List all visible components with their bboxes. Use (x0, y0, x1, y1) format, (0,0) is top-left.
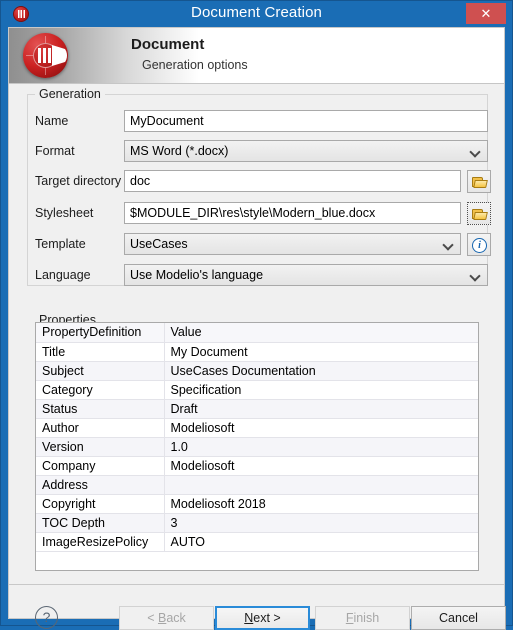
back-button[interactable]: < Back (119, 606, 214, 630)
property-value-cell: My Document (164, 342, 478, 362)
table-row[interactable]: Copyright Modeliosoft 2018 (36, 494, 478, 514)
property-name-cell: Subject (36, 361, 165, 381)
table-row[interactable]: Author Modeliosoft (36, 418, 478, 438)
property-name-cell: Category (36, 380, 165, 400)
window-title: Document Creation (191, 4, 322, 21)
language-label: Language (35, 268, 91, 282)
template-info-button[interactable]: i (467, 233, 491, 256)
chevron-down-icon (444, 241, 453, 247)
target-directory-input[interactable]: doc (124, 170, 461, 192)
name-label: Name (35, 114, 69, 128)
header-banner: Document Generation options (9, 28, 504, 84)
property-name-cell: Company (36, 456, 165, 476)
chevron-down-icon (471, 148, 480, 154)
target-directory-label: Target directory (35, 174, 122, 188)
property-name-cell: Author (36, 418, 165, 438)
title-bar: Document Creation ✕ (1, 1, 512, 27)
properties-table-body: PropertyDefinition Value Title My Documen… (36, 323, 478, 552)
table-row[interactable]: Address (36, 475, 478, 495)
footer-divider (9, 584, 504, 585)
info-icon: i (472, 238, 487, 253)
chevron-down-icon (471, 272, 480, 278)
property-name-cell: Title (36, 342, 165, 362)
format-combo-value: MS Word (*.docx) (130, 144, 229, 158)
table-row[interactable]: Status Draft (36, 399, 478, 419)
folder-open-icon (472, 208, 488, 220)
name-input[interactable]: MyDocument (124, 110, 488, 132)
dialog-body: Document Generation options Generation N… (8, 27, 506, 630)
property-name-cell: Address (36, 475, 165, 495)
language-combo[interactable]: Use Modelio's language (124, 264, 488, 286)
properties-table[interactable]: PropertyDefinition Value Title My Documen… (35, 322, 479, 571)
next-button[interactable]: Next > (215, 606, 310, 630)
property-value-cell (164, 475, 478, 495)
property-value-cell: Specification (164, 380, 478, 400)
stylesheet-input[interactable]: $MODULE_DIR\res\style\Modern_blue.docx (124, 202, 461, 224)
property-name-cell: Copyright (36, 494, 165, 514)
format-label: Format (35, 144, 75, 158)
template-combo[interactable]: UseCases (124, 233, 461, 255)
page-subtitle: Generation options (142, 58, 248, 72)
property-value-cell: 3 (164, 513, 478, 533)
property-value-cell: AUTO (164, 532, 478, 552)
language-combo-value: Use Modelio's language (130, 268, 264, 282)
column-header-property: PropertyDefinition (36, 323, 165, 343)
template-label: Template (35, 237, 86, 251)
property-value-cell: Modeliosoft 2018 (164, 494, 478, 514)
close-button[interactable]: ✕ (466, 3, 506, 24)
table-row[interactable]: Company Modeliosoft (36, 456, 478, 476)
format-combo[interactable]: MS Word (*.docx) (124, 140, 488, 162)
property-name-cell: TOC Depth (36, 513, 165, 533)
generation-group-label: Generation (35, 87, 105, 101)
property-value-cell: Draft (164, 399, 478, 419)
browse-stylesheet-button[interactable] (467, 202, 491, 225)
stylesheet-label: Stylesheet (35, 206, 94, 220)
folder-open-icon (472, 176, 488, 188)
table-row[interactable]: Category Specification (36, 380, 478, 400)
page-title: Document (131, 36, 205, 53)
table-row[interactable]: Title My Document (36, 342, 478, 362)
property-name-cell: ImageResizePolicy (36, 532, 165, 552)
dialog-window: Document Creation ✕ Document Generation … (0, 0, 513, 630)
property-value-cell: Modeliosoft (164, 456, 478, 476)
cancel-button[interactable]: Cancel (411, 606, 506, 630)
table-row[interactable]: Version 1.0 (36, 437, 478, 457)
column-header-value: Value (164, 323, 478, 343)
property-name-cell: Version (36, 437, 165, 457)
table-row[interactable]: ImageResizePolicy AUTO (36, 532, 478, 552)
table-row[interactable]: Subject UseCases Documentation (36, 361, 478, 381)
template-combo-value: UseCases (130, 237, 188, 251)
table-row[interactable]: TOC Depth 3 (36, 513, 478, 533)
property-value-cell: UseCases Documentation (164, 361, 478, 381)
property-value-cell: Modeliosoft (164, 418, 478, 438)
table-header-row: PropertyDefinition Value (36, 323, 478, 343)
property-value-cell: 1.0 (164, 437, 478, 457)
finish-button[interactable]: Finish (315, 606, 410, 630)
property-name-cell: Status (36, 399, 165, 419)
browse-target-directory-button[interactable] (467, 170, 491, 193)
modelio-logo-icon (23, 33, 68, 78)
